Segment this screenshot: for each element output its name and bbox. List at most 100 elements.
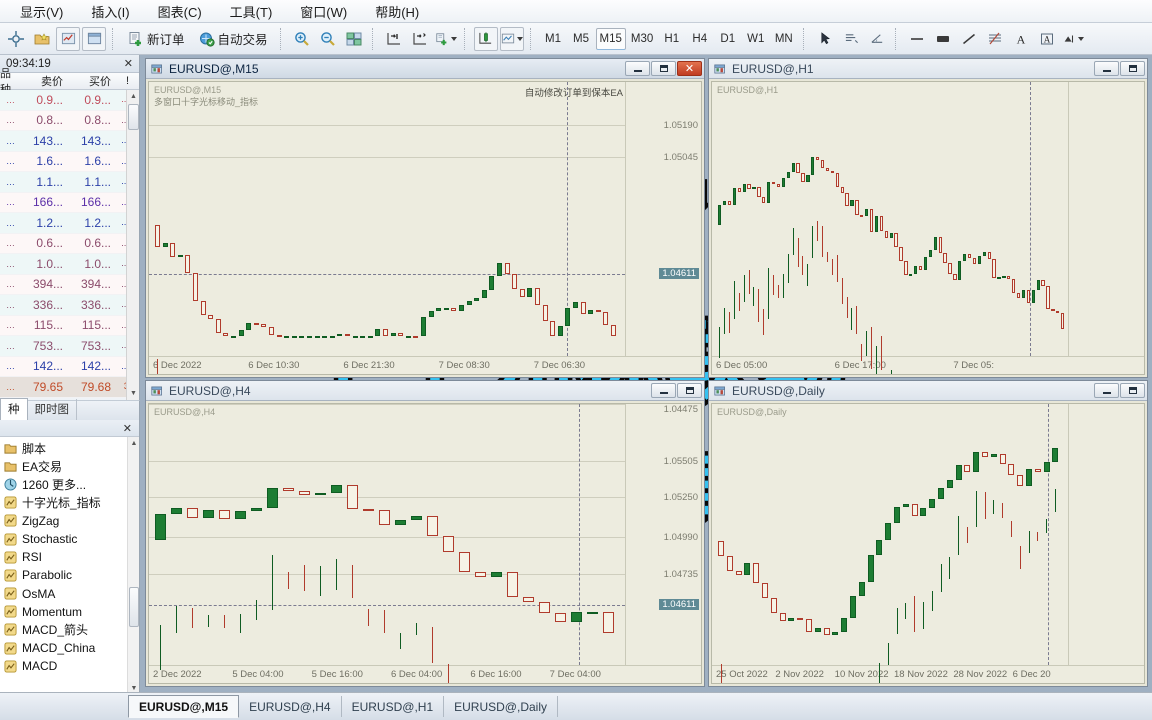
chart-window-h1[interactable]: EURUSD@,H1 EURUSD@,H1 6 Dec 05:00 6 Dec 1… bbox=[708, 58, 1148, 378]
chart-canvas-h4[interactable]: EURUSD@,H4 1.05505 1.05250 1.04990 1.04735 1… bbox=[148, 403, 702, 684]
navigator-item[interactable]: OsMA bbox=[0, 585, 139, 603]
market-watch-row[interactable]: …1.6...1.6...... bbox=[0, 151, 139, 172]
rectangle-icon[interactable] bbox=[931, 27, 955, 51]
market-watch-tab-0[interactable]: 种 bbox=[0, 398, 28, 420]
menu-window[interactable]: 窗口(W) bbox=[300, 2, 347, 21]
chart-window-m15-titlebar[interactable]: EURUSD@,M15 ✕ bbox=[146, 59, 704, 79]
chart-tab-0[interactable]: EURUSD@,M15 bbox=[128, 695, 240, 718]
timeframe-h4[interactable]: H4 bbox=[686, 28, 713, 50]
star-folder-icon[interactable] bbox=[30, 27, 54, 51]
market-watch-row[interactable]: …79.6579.683 bbox=[0, 377, 139, 398]
chart-window-h1-titlebar[interactable]: EURUSD@,H1 bbox=[709, 59, 1147, 79]
timeframe-d1[interactable]: D1 bbox=[714, 28, 741, 50]
minimize-button-h1[interactable] bbox=[1094, 61, 1119, 76]
navigator-scrollbar[interactable]: ▲ ▼ bbox=[127, 437, 139, 695]
market-watch-row[interactable]: …0.8...0.8...... bbox=[0, 110, 139, 131]
chart-canvas-m15[interactable]: EURUSD@,M15 多窗口十字光标移动_指标 自动修改订单到保本EA ☺ 1… bbox=[148, 81, 702, 375]
shift-end-icon[interactable] bbox=[382, 27, 406, 51]
restore-button-h4[interactable] bbox=[677, 383, 702, 398]
restore-button-daily[interactable] bbox=[1120, 383, 1145, 398]
crosshair-tool-icon[interactable] bbox=[839, 27, 863, 51]
restore-button-h1[interactable] bbox=[1120, 61, 1145, 76]
chart-tab-3[interactable]: EURUSD@,Daily bbox=[444, 696, 558, 717]
menu-help[interactable]: 帮助(H) bbox=[375, 2, 419, 21]
chart-window-m15[interactable]: EURUSD@,M15 ✕ EURUSD@,M15 多窗口十字光标移动_指标 自… bbox=[145, 58, 705, 378]
minimize-button-daily[interactable] bbox=[1094, 383, 1119, 398]
market-watch-row[interactable]: …394...394...... bbox=[0, 274, 139, 295]
chart-canvas-daily[interactable]: EURUSD@,Daily 25 Oct 2022 2 Nov 2022 10 No… bbox=[711, 403, 1145, 684]
time-axis-m15[interactable]: 6 Dec 2022 6 Dec 10:30 6 Dec 21:30 7 Dec 08… bbox=[149, 356, 701, 374]
market-watch-row[interactable]: …0.9...0.9...... bbox=[0, 90, 139, 111]
crosshair-icon[interactable] bbox=[4, 27, 28, 51]
market-watch-row[interactable]: …0.6...0.6...... bbox=[0, 233, 139, 254]
fibonacci-icon[interactable] bbox=[983, 27, 1007, 51]
time-axis-h1[interactable]: 6 Dec 05:00 6 Dec 17:00 7 Dec 05: bbox=[712, 356, 1144, 374]
market-watch-tab-1[interactable]: 即时图 bbox=[28, 399, 77, 420]
navigator-item[interactable]: MACD bbox=[0, 657, 139, 675]
scroll-down-icon[interactable]: ▼ bbox=[127, 387, 139, 400]
navigator-item[interactable]: MACD_箭头 bbox=[0, 621, 139, 639]
market-watch-col-1[interactable]: 卖价 bbox=[18, 73, 66, 89]
timeframe-m1[interactable]: M1 bbox=[540, 28, 567, 50]
navigator-item[interactable]: MACD_China bbox=[0, 639, 139, 657]
indicators-icon[interactable] bbox=[434, 27, 458, 51]
trendline-icon[interactable] bbox=[957, 27, 981, 51]
market-watch-row[interactable]: …142...142...... bbox=[0, 356, 139, 377]
market-watch-col-0[interactable]: 品种 bbox=[0, 68, 18, 96]
navigator-close-icon[interactable]: ✕ bbox=[120, 422, 135, 435]
timeframe-m5[interactable]: M5 bbox=[568, 28, 595, 50]
chart-tab-2[interactable]: EURUSD@,H1 bbox=[342, 696, 445, 717]
timeframe-m30[interactable]: M30 bbox=[627, 28, 657, 50]
menu-insert[interactable]: 插入(I) bbox=[91, 2, 129, 21]
chevron-down-icon-2[interactable] bbox=[516, 36, 523, 41]
market-watch-row[interactable]: …166...166...... bbox=[0, 192, 139, 213]
periods-icon[interactable] bbox=[473, 26, 498, 51]
menu-view[interactable]: 显示(V) bbox=[20, 2, 63, 21]
market-watch-row[interactable]: …753...753...... bbox=[0, 336, 139, 357]
chart-tab-1[interactable]: EURUSD@,H4 bbox=[239, 696, 342, 717]
navigator-list[interactable]: 脚本 EA交易 1260 更多... 十字光标_指标 ZigZag Stochastic R… bbox=[0, 437, 139, 695]
market-watch-row[interactable]: …143...143...... bbox=[0, 131, 139, 152]
time-axis-daily[interactable]: 25 Oct 2022 2 Nov 2022 10 Nov 2022 18 Nov 2… bbox=[712, 665, 1144, 683]
trendline-by-angle-icon[interactable] bbox=[865, 27, 889, 51]
timeframe-w1[interactable]: W1 bbox=[742, 28, 769, 50]
time-axis-h4[interactable]: 2 Dec 2022 5 Dec 04:00 5 Dec 16:00 6 Dec 04… bbox=[149, 665, 701, 683]
price-axis-m15[interactable]: 1.05190 1.05045 1.04611 bbox=[625, 82, 701, 356]
timeframe-mn[interactable]: MN bbox=[770, 28, 797, 50]
market-watch-row[interactable]: …1.2...1.2...... bbox=[0, 213, 139, 234]
price-axis-h4[interactable]: 1.05505 1.05250 1.04990 1.04735 1.04475 1.046… bbox=[625, 404, 701, 665]
navigator-item[interactable]: RSI bbox=[0, 548, 139, 566]
minimize-button[interactable] bbox=[625, 61, 650, 76]
navigator-item[interactable]: 脚本 bbox=[0, 439, 139, 457]
navigator-item[interactable]: 十字光标_指标 bbox=[0, 494, 139, 512]
chart-window-icon[interactable] bbox=[82, 26, 106, 51]
market-watch-row[interactable]: …1.1...1.1...... bbox=[0, 172, 139, 193]
navigator-item[interactable]: Parabolic bbox=[0, 566, 139, 584]
timeframe-m15[interactable]: M15 bbox=[595, 27, 626, 50]
menu-charts[interactable]: 图表(C) bbox=[158, 2, 202, 21]
price-axis-daily[interactable] bbox=[1068, 404, 1144, 665]
tile-windows-icon[interactable] bbox=[342, 27, 366, 51]
auto-trading-button[interactable]: 自动交易 bbox=[193, 27, 274, 51]
label-icon[interactable]: A bbox=[1035, 27, 1059, 51]
chart-window-h4-titlebar[interactable]: EURUSD@,H4 bbox=[146, 381, 704, 401]
scroll-thumb[interactable] bbox=[128, 104, 139, 130]
timeframe-h1[interactable]: H1 bbox=[658, 28, 685, 50]
price-axis-h1[interactable] bbox=[1068, 82, 1144, 356]
scroll-up-icon[interactable]: ▲ bbox=[127, 90, 139, 103]
auto-scroll-icon[interactable] bbox=[408, 27, 432, 51]
minimize-button-h4[interactable] bbox=[651, 383, 676, 398]
market-watch-col-2[interactable]: 买价 bbox=[66, 73, 114, 89]
zoom-out-icon[interactable] bbox=[316, 27, 340, 51]
chart-properties-icon[interactable] bbox=[56, 26, 80, 51]
navigator-item[interactable]: Momentum bbox=[0, 603, 139, 621]
templates-icon[interactable] bbox=[499, 26, 524, 51]
close-icon[interactable]: ✕ bbox=[121, 57, 136, 70]
zoom-in-icon[interactable] bbox=[290, 27, 314, 51]
arrows-icon[interactable] bbox=[1061, 27, 1085, 51]
chart-window-daily-titlebar[interactable]: EURUSD@,Daily bbox=[709, 381, 1147, 401]
text-icon[interactable]: A bbox=[1009, 27, 1033, 51]
menu-tools[interactable]: 工具(T) bbox=[230, 2, 273, 21]
chart-window-h4[interactable]: EURUSD@,H4 EURUSD@,H4 1.05505 1.05250 1.04… bbox=[145, 380, 705, 687]
market-watch-rows[interactable]: …0.9...0.9......…0.8...0.8......…143...1… bbox=[0, 90, 139, 400]
